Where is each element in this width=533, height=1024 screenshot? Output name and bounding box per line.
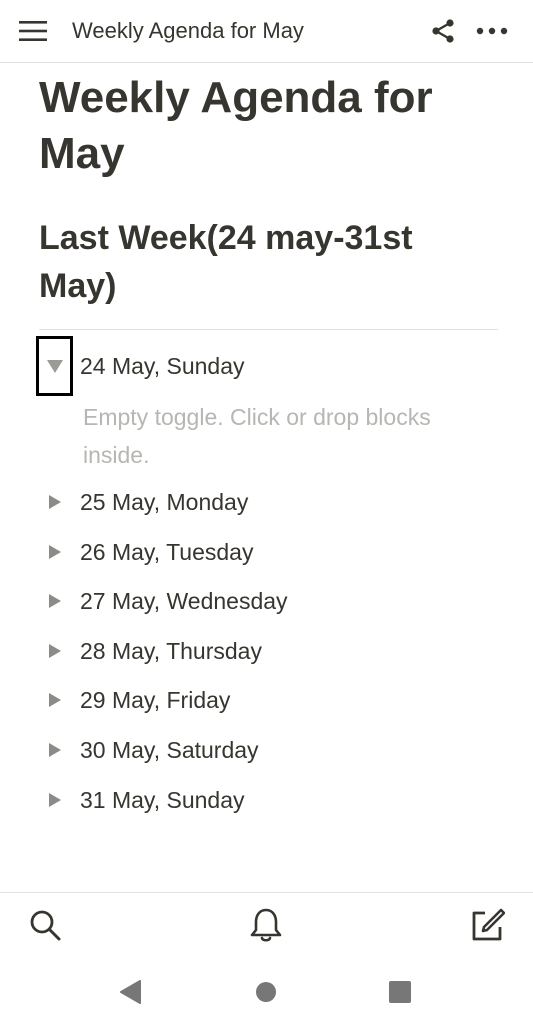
toggle-item[interactable]: 24 May, Sunday [36, 336, 506, 396]
home-circle-icon [256, 982, 276, 1002]
toggle-label[interactable]: 26 May, Tuesday [80, 532, 253, 572]
triangle-down-icon [46, 359, 63, 373]
more-button[interactable] [474, 16, 510, 46]
triangle-right-icon [48, 743, 61, 757]
system-navigation-bar [0, 960, 533, 1024]
toggle-label[interactable]: 29 May, Friday [80, 680, 230, 720]
toggle-expand-button[interactable] [36, 780, 73, 820]
section-heading[interactable]: Last Week(24 may-31st May) [39, 214, 499, 310]
nav-home-button[interactable] [252, 978, 280, 1006]
triangle-right-icon [48, 594, 61, 608]
toggle-label[interactable]: 28 May, Thursday [80, 631, 262, 671]
toggle-item[interactable]: 25 May, Monday [36, 482, 506, 522]
toggle-expand-button[interactable] [36, 680, 73, 720]
toggle-item[interactable]: 31 May, Sunday [36, 780, 506, 820]
search-button[interactable] [27, 907, 63, 943]
share-icon [432, 19, 454, 43]
triangle-right-icon [48, 644, 61, 658]
toggle-label[interactable]: 24 May, Sunday [80, 346, 245, 386]
compose-icon [472, 908, 505, 941]
bell-icon [250, 908, 282, 942]
top-bar: Weekly Agenda for May [0, 0, 533, 63]
menu-button[interactable] [16, 16, 50, 46]
share-button[interactable] [428, 16, 458, 46]
nav-recents-button[interactable] [386, 978, 414, 1006]
divider [39, 329, 498, 330]
empty-toggle-placeholder[interactable]: Empty toggle. Click or drop blocks insid… [83, 398, 483, 474]
toggle-label[interactable]: 25 May, Monday [80, 482, 248, 522]
toggle-item[interactable]: 29 May, Friday [36, 680, 506, 720]
back-triangle-icon [120, 980, 141, 1004]
hamburger-menu-icon [19, 21, 47, 41]
toggle-item[interactable]: 27 May, Wednesday [36, 581, 506, 621]
nav-back-button[interactable] [116, 978, 144, 1006]
page-title[interactable]: Weekly Agenda for May [39, 70, 499, 182]
triangle-right-icon [48, 545, 61, 559]
topbar-page-title[interactable]: Weekly Agenda for May [72, 16, 304, 46]
toggle-label[interactable]: 27 May, Wednesday [80, 581, 288, 621]
toggle-expand-button[interactable] [36, 581, 73, 621]
toggle-expand-button[interactable] [36, 532, 73, 572]
toggle-label[interactable]: 30 May, Saturday [80, 730, 259, 770]
toggle-expand-button[interactable] [36, 730, 73, 770]
search-icon [30, 910, 61, 941]
bottom-toolbar [0, 892, 533, 960]
page-content[interactable]: Weekly Agenda for May Last Week(24 may-3… [0, 64, 533, 892]
toggle-expand-button[interactable] [36, 336, 73, 396]
toggle-expand-button[interactable] [36, 631, 73, 671]
triangle-right-icon [48, 693, 61, 707]
toggle-expand-button[interactable] [36, 482, 73, 522]
app-window: Weekly Agenda for May Weekly Agenda for … [0, 0, 533, 1024]
toggle-item[interactable]: 30 May, Saturday [36, 730, 506, 770]
toggle-item[interactable]: 28 May, Thursday [36, 631, 506, 671]
notifications-button[interactable] [248, 907, 284, 943]
toggle-label[interactable]: 31 May, Sunday [80, 780, 245, 820]
recents-square-icon [389, 981, 411, 1003]
more-horizontal-icon [476, 27, 508, 35]
new-page-button[interactable] [469, 907, 505, 943]
triangle-right-icon [48, 495, 61, 509]
toggle-item[interactable]: 26 May, Tuesday [36, 532, 506, 572]
triangle-right-icon [48, 793, 61, 807]
